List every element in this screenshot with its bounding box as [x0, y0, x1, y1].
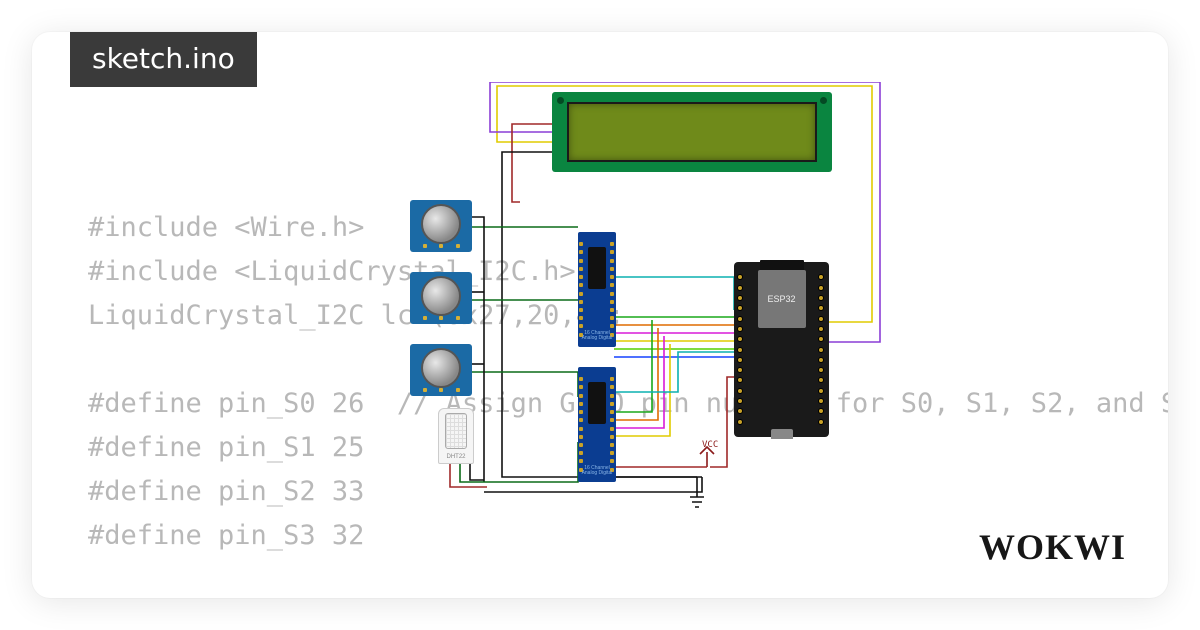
mux-label: 16 Channel Analog Digital — [578, 331, 616, 341]
esp32-chip-label: ESP32 — [767, 294, 795, 304]
dht-label: DHT22 — [439, 454, 473, 460]
mux-label: 16 Channel Analog Digital — [578, 466, 616, 476]
code-line: #define pin_S1 25 — [88, 432, 364, 463]
lcd-display[interactable] — [552, 92, 832, 172]
code-line: #include <Wire.h> — [88, 212, 364, 243]
filename-text: sketch.ino — [92, 42, 235, 75]
wokwi-brand: WOKWI — [979, 526, 1126, 568]
usb-port-icon — [771, 429, 793, 439]
esp32-board[interactable]: ESP32 — [734, 262, 829, 437]
potentiometer-2[interactable] — [410, 272, 472, 324]
preview-card: sketch.ino #include <Wire.h> #include <L… — [32, 32, 1168, 598]
filename-tab[interactable]: sketch.ino — [70, 32, 257, 87]
multiplexer-1[interactable]: 16 Channel Analog Digital — [578, 232, 616, 347]
code-line: #define pin_S2 33 — [88, 476, 364, 507]
multiplexer-2[interactable]: 16 Channel Analog Digital — [578, 367, 616, 482]
vcc-label: VCC — [702, 440, 718, 450]
esp32-shield: ESP32 — [758, 270, 806, 328]
potentiometer-3[interactable] — [410, 344, 472, 396]
circuit-diagram[interactable]: DHT22 16 Channel Analog Digital 16 Chann… — [402, 82, 942, 522]
potentiometer-1[interactable] — [410, 200, 472, 252]
code-line: #define pin_S3 32 — [88, 520, 364, 551]
dht22-sensor[interactable]: DHT22 — [438, 408, 474, 464]
